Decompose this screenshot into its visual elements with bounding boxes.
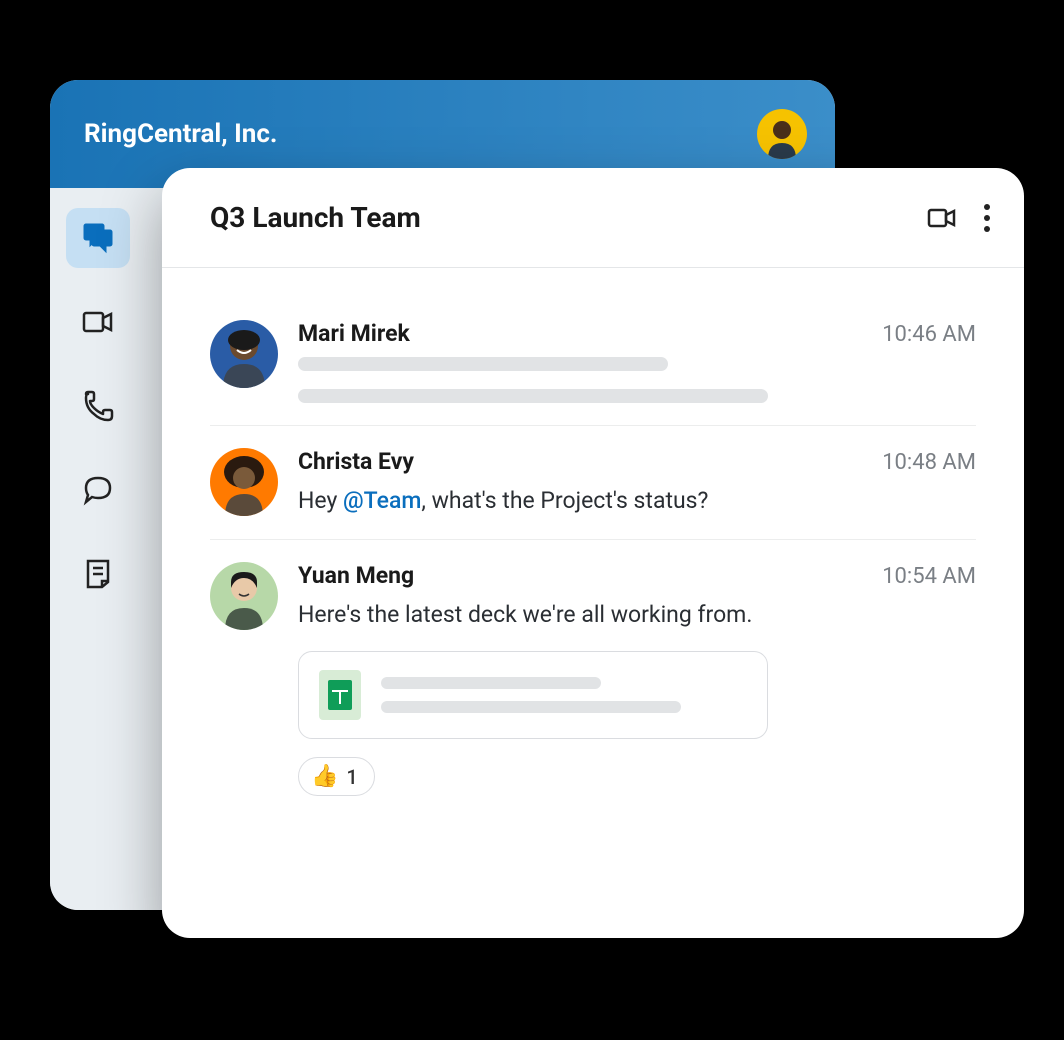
note-icon [80,556,116,592]
message-item: Yuan Meng 10:54 AM Here's the latest dec… [210,540,976,818]
message-author: Mari Mirek [298,320,410,347]
sidebar-item-messages[interactable] [66,208,130,268]
profile-avatar[interactable] [757,109,807,159]
start-video-icon[interactable] [926,202,958,234]
message-item: Mari Mirek 10:46 AM [210,298,976,426]
sidebar-item-notes[interactable] [66,544,130,604]
message-body: Yuan Meng 10:54 AM Here's the latest dec… [298,562,976,796]
message-text: Hey @Team, what's the Project's status? [298,485,976,517]
reaction-button[interactable]: 👍 1 [298,757,375,796]
message-body: Christa Evy 10:48 AM Hey @Team, what's t… [298,448,976,517]
avatar[interactable] [210,448,278,516]
person-icon [764,117,800,159]
sidebar-item-sms[interactable] [66,460,130,520]
chat-icon [80,220,116,256]
attachment-text-placeholder [381,677,747,713]
person-icon [217,568,271,630]
chat-title: Q3 Launch Team [210,201,421,234]
sheets-icon [319,670,361,720]
message-text: Here's the latest deck we're all working… [298,599,976,631]
company-name: RingCentral, Inc. [84,119,277,149]
mention[interactable]: @Team [343,487,421,514]
avatar[interactable] [210,562,278,630]
sidebar-item-video[interactable] [66,292,130,352]
reaction-count: 1 [346,765,357,789]
sidebar [50,188,146,910]
video-icon [80,304,116,340]
text-placeholder [298,389,768,403]
chat-header: Q3 Launch Team [162,168,1024,268]
message-body: Mari Mirek 10:46 AM [298,320,976,403]
more-options-icon[interactable] [980,200,994,236]
message-author: Christa Evy [298,448,414,475]
message-list: Mari Mirek 10:46 AM Christa Evy 10:48 AM [162,268,1024,848]
person-icon [217,454,271,516]
attachment-card[interactable] [298,651,768,739]
chat-panel: Q3 Launch Team Mari [162,168,1024,938]
thumbs-up-emoji: 👍 [311,764,338,789]
speech-bubble-icon [80,472,116,508]
message-time: 10:54 AM [882,564,976,589]
message-time: 10:48 AM [882,450,976,475]
message-time: 10:46 AM [882,322,976,347]
chat-header-actions [926,200,994,236]
phone-icon [80,388,116,424]
sidebar-item-phone[interactable] [66,376,130,436]
message-author: Yuan Meng [298,562,414,589]
avatar[interactable] [210,320,278,388]
person-icon [217,326,271,388]
text-placeholder [298,357,668,371]
message-item: Christa Evy 10:48 AM Hey @Team, what's t… [210,426,976,540]
